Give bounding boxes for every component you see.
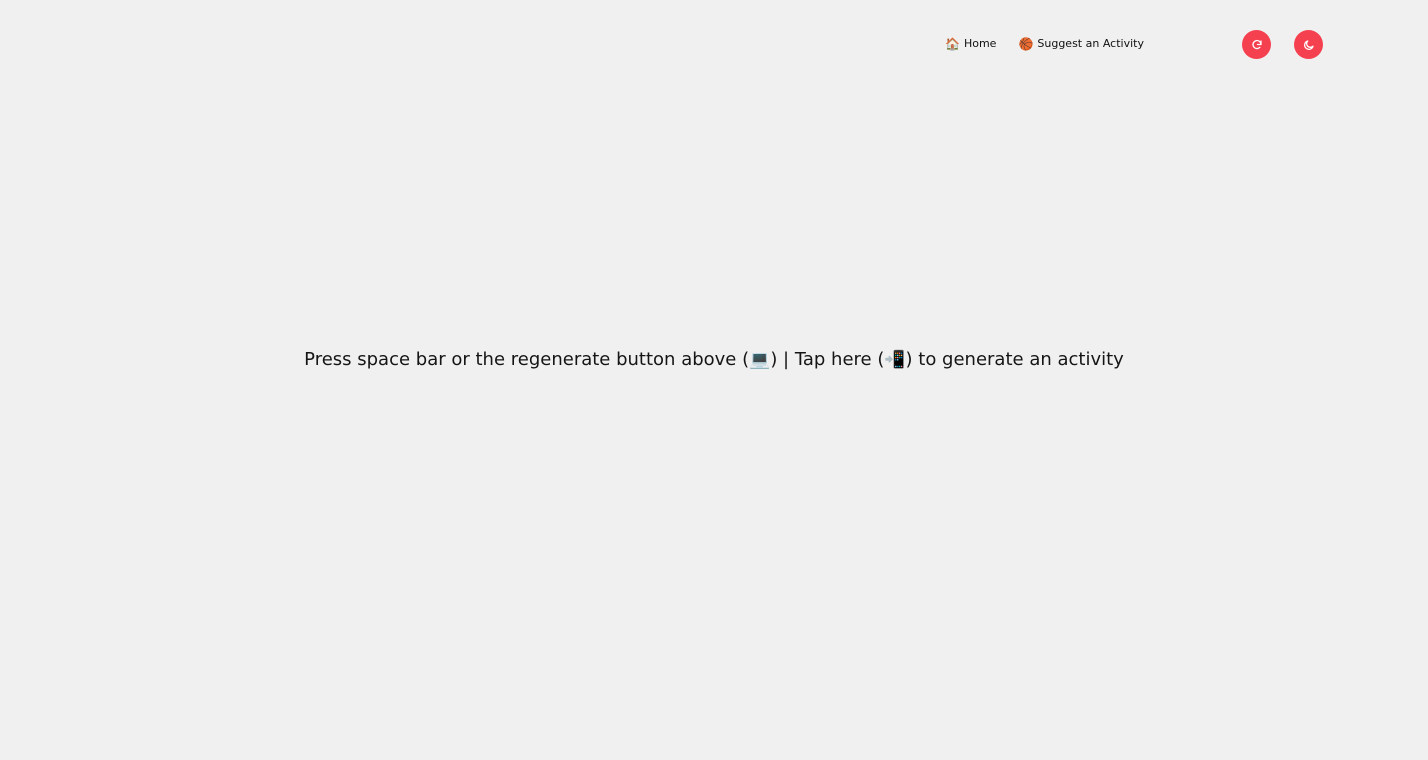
refresh-icon — [1251, 39, 1263, 51]
laptop-icon: 💻 — [749, 350, 771, 370]
nav-suggest-label: Suggest an Activity — [1037, 37, 1144, 50]
prompt-text-part3: ) to generate an activity — [905, 349, 1124, 370]
moon-icon — [1303, 39, 1315, 51]
page: 🏠 Home 🏀 Suggest an Activity Press space… — [0, 0, 1428, 760]
basketball-icon: 🏀 — [1018, 37, 1034, 51]
house-icon: 🏠 — [945, 37, 960, 51]
prompt-text-part2: ) | Tap here ( — [770, 349, 885, 370]
phone-icon: 📲 — [884, 350, 906, 370]
nav-home-link[interactable]: 🏠 Home — [945, 36, 996, 52]
generate-activity-prompt[interactable]: Press space bar or the regenerate button… — [0, 347, 1428, 373]
regenerate-button[interactable] — [1242, 30, 1271, 59]
nav-home-label: Home — [963, 37, 997, 50]
prompt-text-part1: Press space bar or the regenerate button… — [304, 349, 750, 370]
top-nav: 🏠 Home 🏀 Suggest an Activity — [945, 36, 1144, 52]
theme-toggle-button[interactable] — [1294, 30, 1323, 59]
nav-suggest-link[interactable]: 🏀 Suggest an Activity — [1018, 36, 1144, 52]
